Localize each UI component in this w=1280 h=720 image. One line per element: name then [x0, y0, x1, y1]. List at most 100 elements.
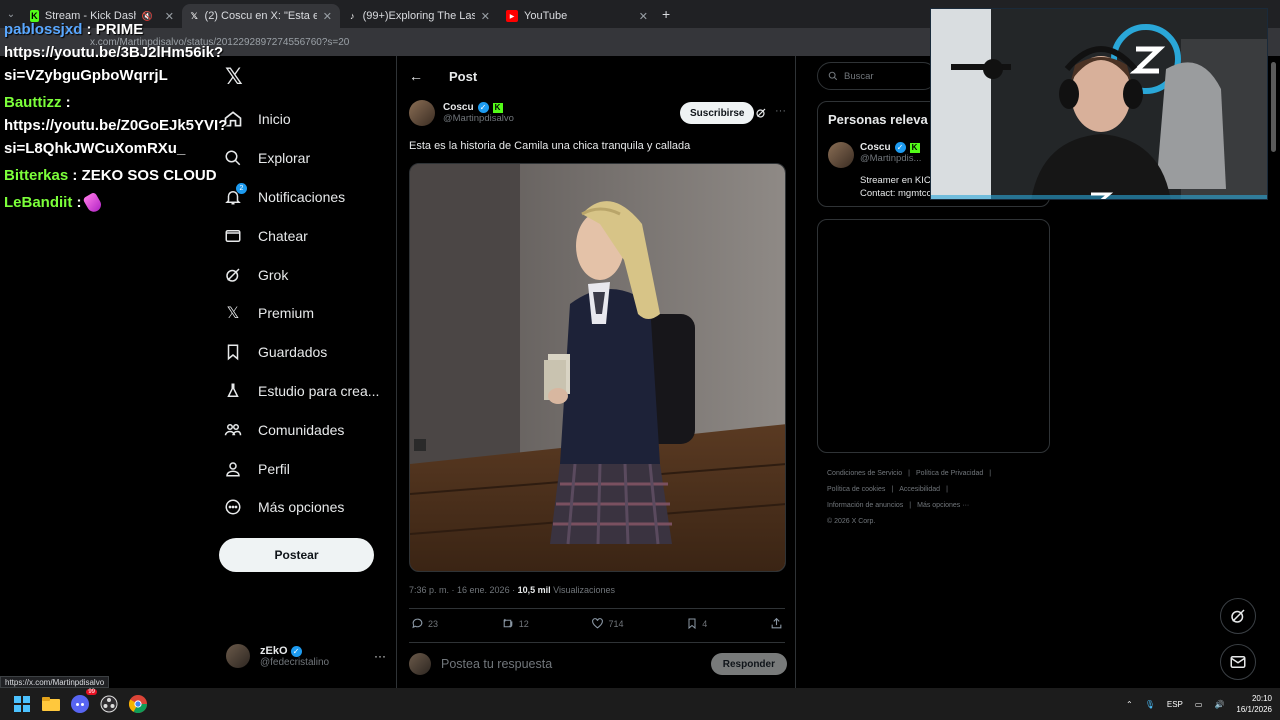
language-indicator[interactable]: ESP: [1167, 700, 1183, 709]
obs-icon[interactable]: [98, 693, 120, 715]
nav-item-creator-studio[interactable]: Estudio para crea...: [222, 372, 379, 411]
footer-link[interactable]: Condiciones de Servicio: [827, 470, 902, 477]
bio-line: Contact: mgmtcc: [860, 188, 932, 199]
webcam-overlay: [930, 8, 1268, 200]
microphone-icon[interactable]: 🎙: [1145, 700, 1155, 709]
like-count: 714: [608, 618, 624, 629]
bookmark-icon: [222, 341, 244, 363]
footer-link[interactable]: Política de cookies: [827, 486, 885, 493]
avatar[interactable]: [409, 100, 435, 126]
chevron-up-icon[interactable]: ⌃: [1126, 700, 1133, 709]
footer-link[interactable]: Más opciones ···: [917, 502, 969, 509]
tab-youtube[interactable]: ▶ YouTube ✕: [498, 4, 656, 28]
subscribe-button[interactable]: Suscribirse: [680, 102, 755, 124]
nav-item-explore[interactable]: Explorar: [222, 139, 379, 178]
reply-action[interactable]: 23: [411, 617, 438, 630]
relevant-person[interactable]: Coscu ✓ K @Martinpdis...: [828, 142, 921, 168]
repost-icon: [503, 618, 513, 628]
messages-floating-button[interactable]: [1220, 644, 1256, 680]
reply-input[interactable]: Postea tu respuesta: [441, 657, 552, 671]
post-column: ← Post Coscu ✓ K @Martinpdisalvo Suscribir…: [396, 56, 796, 688]
nav-label: Notificaciones: [258, 188, 346, 205]
bookmark-action[interactable]: 4: [686, 617, 707, 630]
footer-links: Condiciones de Servicio | Política de Priv…: [827, 466, 1047, 530]
nav-item-profile[interactable]: Perfil: [222, 449, 379, 488]
person-icon: [222, 458, 244, 480]
avatar: [226, 644, 250, 668]
scrollbar[interactable]: [1271, 62, 1276, 152]
post-image[interactable]: [409, 163, 786, 572]
post-timestamp[interactable]: 7:36 p. m. · 16 ene. 2026 ·: [409, 585, 518, 595]
divider: [409, 642, 785, 643]
nav-item-communities[interactable]: Comunidades: [222, 410, 379, 449]
network-icon[interactable]: ▭: [1195, 700, 1203, 709]
close-icon[interactable]: ✕: [323, 10, 332, 23]
repost-action[interactable]: 12: [501, 617, 529, 630]
windows-start-icon[interactable]: [11, 693, 33, 715]
flask-icon: [222, 380, 244, 402]
post-text: Esta es la historia de Camila una chica …: [409, 140, 691, 152]
nav-item-more[interactable]: Más opciones: [222, 488, 379, 527]
search-input[interactable]: Buscar: [817, 62, 937, 90]
heart-icon: [592, 618, 604, 629]
tab-tiktok[interactable]: ♪ (99+)Exploring The Last of Us C ✕: [340, 4, 498, 28]
avatar: [409, 653, 431, 675]
volume-icon[interactable]: 🔊: [1214, 700, 1224, 709]
nav-label: Inicio: [258, 111, 291, 128]
clock[interactable]: 20:10 16/1/2026: [1236, 693, 1272, 715]
author-handle[interactable]: @Martinpdisalvo: [443, 113, 514, 124]
close-icon[interactable]: ✕: [639, 10, 648, 23]
mail-icon: [1230, 656, 1246, 668]
nav-label: Perfil: [258, 460, 290, 477]
post-header: ← Post: [409, 68, 477, 84]
chrome-icon[interactable]: [127, 693, 149, 715]
nav-item-home[interactable]: Inicio: [222, 100, 379, 139]
tab-title: (99+)Exploring The Last of Us C: [362, 10, 475, 22]
nav-label: Estudio para crea...: [258, 382, 380, 399]
chat-message: pablossjxd : PRIME https://youtu.be/3BJ2…: [4, 21, 224, 84]
share-action[interactable]: [770, 617, 783, 630]
mail-icon: [222, 225, 244, 247]
search-placeholder: Buscar: [844, 70, 874, 82]
tab-title: YouTube: [524, 10, 568, 22]
footer-link[interactable]: Información de anuncios: [827, 502, 903, 509]
verified-icon: ✓: [290, 645, 302, 657]
discord-icon[interactable]: 99: [69, 689, 97, 715]
person-bio: Streamer en KIC Contact: mgmtcc: [860, 174, 931, 200]
back-arrow-icon[interactable]: ←: [409, 68, 423, 84]
trends-card: [817, 219, 1050, 453]
chat-username: pablossjxd: [4, 21, 83, 38]
grok-icon: [222, 264, 244, 286]
search-icon: [828, 71, 838, 81]
footer-link[interactable]: Accesibilidad: [899, 486, 940, 493]
grok-floating-button[interactable]: [1220, 598, 1256, 634]
nav-item-chat[interactable]: Chatear: [222, 216, 379, 255]
more-icon[interactable]: ···: [374, 649, 386, 663]
people-icon: [222, 419, 244, 441]
file-explorer-icon[interactable]: [40, 693, 62, 715]
post-meta: 7:36 p. m. · 16 ene. 2026 · 10,5 mil Vis…: [409, 585, 615, 595]
nav-label: Comunidades: [258, 421, 345, 438]
grok-icon[interactable]: [755, 106, 767, 124]
nav-item-premium[interactable]: 𝕏 Premium: [222, 294, 379, 333]
verified-icon: ✓: [894, 142, 906, 153]
nav-item-grok[interactable]: Grok: [222, 255, 379, 294]
taskbar: 99 ⌃ 🎙 ESP ▭ 🔊 20:10 16/1/2026: [0, 688, 1280, 720]
stream-chat-overlay: pablossjxd : PRIME https://youtu.be/3BJ2…: [4, 18, 230, 215]
post-button[interactable]: Postear: [219, 538, 374, 572]
account-switcher[interactable]: zEkO ✓ @fedecristalino ···: [226, 644, 386, 668]
author-name[interactable]: Coscu: [443, 102, 474, 113]
views-label: Visualizaciones: [550, 585, 615, 595]
new-tab-button[interactable]: +: [662, 6, 670, 22]
nav-item-bookmarks[interactable]: Guardados: [222, 333, 379, 372]
nav-item-notifications[interactable]: 2 Notificaciones: [222, 178, 379, 217]
footer-link[interactable]: Política de Privacidad: [916, 470, 983, 477]
tiktok-icon: ♪: [350, 11, 355, 21]
youtube-icon: ▶: [506, 10, 518, 22]
more-icon[interactable]: ···: [775, 105, 786, 117]
grok-icon: [1231, 609, 1245, 623]
reply-button[interactable]: Responder: [710, 653, 787, 675]
close-icon[interactable]: ✕: [481, 10, 490, 23]
like-action[interactable]: 714: [591, 617, 624, 630]
clock-time: 20:10: [1251, 694, 1272, 703]
